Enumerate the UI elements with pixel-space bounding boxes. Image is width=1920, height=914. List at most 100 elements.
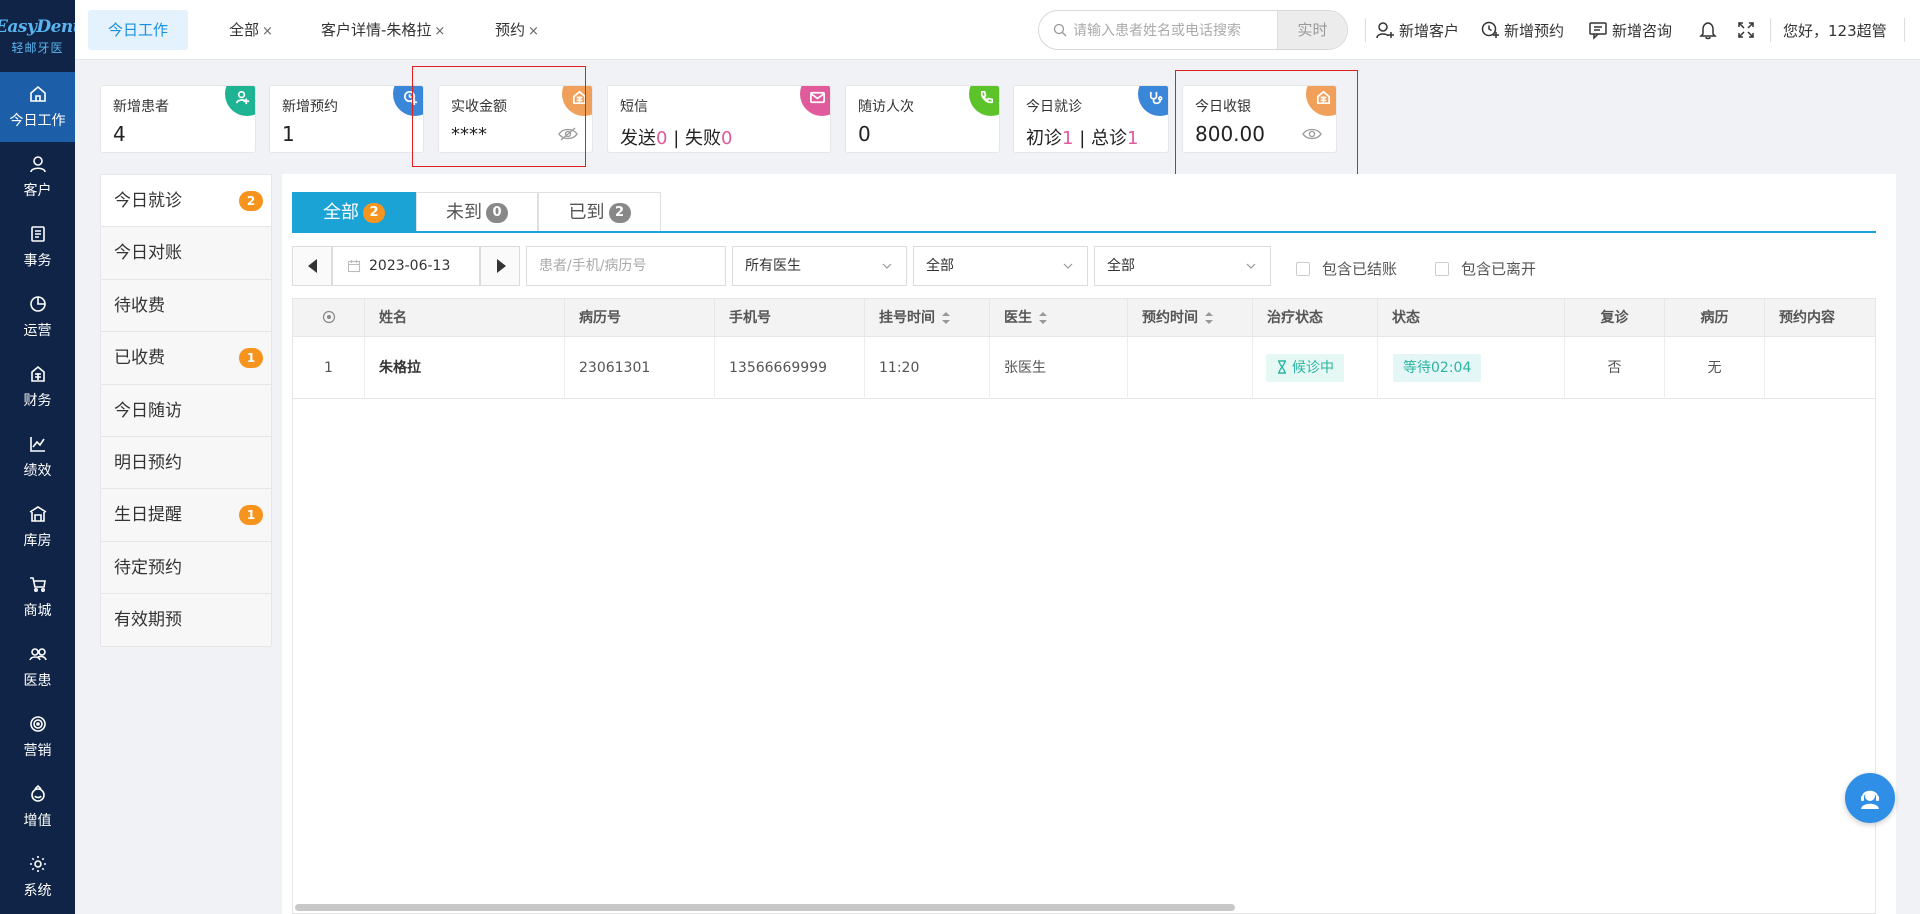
sidebar-item-performance[interactable]: 绩效 bbox=[0, 422, 75, 492]
tab-arrived[interactable]: 已到 2 bbox=[538, 192, 661, 232]
stat-card-new-patients[interactable]: 新增患者 4 bbox=[100, 85, 256, 153]
stat-title: 新增预约 bbox=[282, 99, 338, 115]
stat-card-received-amount[interactable]: 实收金额 **** bbox=[438, 85, 593, 153]
separator: | bbox=[673, 128, 680, 149]
sidebar-item-label: 增值 bbox=[23, 813, 52, 829]
stat-card-new-appointments[interactable]: 新增预约 1 bbox=[269, 85, 424, 153]
prev-date-button[interactable] bbox=[292, 246, 332, 286]
tab-customer-detail[interactable]: 客户详情-朱格拉 × bbox=[321, 10, 445, 50]
tab-all[interactable]: 全部 × bbox=[229, 10, 273, 50]
list-item-today-visits[interactable]: 今日就诊 2 bbox=[101, 175, 271, 228]
count-badge: 2 bbox=[239, 191, 263, 211]
notifications-button[interactable] bbox=[1698, 18, 1722, 42]
select-value: 全部 bbox=[926, 258, 954, 274]
column-header-appt-time[interactable]: 预约时间 bbox=[1128, 299, 1253, 337]
list-item-validity-period[interactable]: 有效期预 bbox=[101, 594, 271, 647]
status-select[interactable]: 全部 bbox=[1094, 246, 1271, 286]
user-greeting[interactable]: 您好，123超管 bbox=[1783, 18, 1887, 42]
date-value: 2023-06-13 bbox=[369, 258, 451, 274]
list-item-birthday-reminder[interactable]: 生日提醒 1 bbox=[101, 489, 271, 542]
total-visit-count: 1 bbox=[1127, 128, 1139, 149]
stat-card-sms[interactable]: 短信 发送0 | 失败0 bbox=[607, 85, 831, 153]
stat-value: 4 bbox=[113, 122, 126, 146]
close-icon[interactable]: × bbox=[528, 24, 539, 39]
list-item-today-followup[interactable]: 今日随访 bbox=[101, 384, 271, 437]
list-item-pending-appointments[interactable]: 待定预约 bbox=[101, 541, 271, 595]
column-header-reg-time[interactable]: 挂号时间 bbox=[865, 299, 990, 337]
include-left-checkbox[interactable]: 包含已离开 bbox=[1435, 258, 1536, 279]
sidebar-item-operations[interactable]: 运营 bbox=[0, 282, 75, 352]
doctor-patient-icon bbox=[28, 648, 47, 661]
sidebar-item-label: 库房 bbox=[23, 533, 52, 549]
sidebar-item-value-added[interactable]: 增值 bbox=[0, 772, 75, 842]
list-item-tomorrow-appointments[interactable]: 明日预约 bbox=[101, 436, 271, 490]
tab-all-visits[interactable]: 全部 2 bbox=[292, 192, 416, 232]
checkbox-box[interactable] bbox=[1296, 261, 1310, 276]
realtime-search-button[interactable]: 实时 bbox=[1277, 11, 1347, 49]
eye-icon[interactable] bbox=[1302, 126, 1322, 142]
list-item-label: 今日随访 bbox=[114, 400, 182, 421]
pie-chart-icon bbox=[29, 296, 46, 312]
sidebar-item-finance[interactable]: 财务 bbox=[0, 352, 75, 422]
sort-icon[interactable] bbox=[941, 311, 951, 325]
close-icon[interactable]: × bbox=[434, 24, 445, 39]
waiting-status-tag[interactable]: 候诊中 bbox=[1266, 354, 1344, 382]
checkbox-box[interactable] bbox=[1435, 261, 1449, 276]
doctor-select[interactable]: 所有医生 bbox=[732, 246, 907, 286]
include-settled-checkbox[interactable]: 包含已结账 bbox=[1296, 258, 1397, 279]
fullscreen-button[interactable] bbox=[1736, 18, 1760, 42]
tab-appointment[interactable]: 预约 × bbox=[495, 10, 539, 50]
sidebar-item-marketing[interactable]: 营销 bbox=[0, 702, 75, 772]
date-picker[interactable]: 2023-06-13 bbox=[332, 246, 480, 286]
table-row[interactable]: 1 朱格拉 23061301 13566669999 11:20 张医生 候诊中… bbox=[293, 337, 1875, 399]
tab-not-arrived[interactable]: 未到 0 bbox=[416, 192, 538, 232]
stat-card-today-visits[interactable]: 今日就诊 初诊1 | 总诊1 bbox=[1013, 85, 1169, 153]
select-value: 所有医生 bbox=[745, 258, 801, 274]
stat-value: 1 bbox=[282, 122, 295, 146]
input-placeholder: 患者/手机/病历号 bbox=[539, 258, 647, 274]
sidebar-item-system[interactable]: 系统 bbox=[0, 842, 75, 912]
list-item-today-reconcile[interactable]: 今日对账 bbox=[101, 227, 271, 280]
sort-icon[interactable] bbox=[1204, 311, 1214, 325]
header-label: 医生 bbox=[1004, 310, 1032, 326]
category-select[interactable]: 全部 bbox=[913, 246, 1088, 286]
stat-card-followups[interactable]: 随访人次 0 bbox=[845, 85, 1000, 153]
table-header: 姓名 病历号 手机号 挂号时间 医生 预约时间 治疗状态 状态 复诊 病历 预约… bbox=[293, 299, 1875, 337]
add-customer-button[interactable]: 新增客户 bbox=[1375, 18, 1459, 42]
sidebar-item-doctor-patient[interactable]: 医患 bbox=[0, 632, 75, 702]
list-item-label: 今日对账 bbox=[114, 243, 182, 264]
list-item-label: 今日就诊 bbox=[114, 191, 182, 211]
add-consult-button[interactable]: 新增咨询 bbox=[1588, 18, 1672, 42]
count-badge: 2 bbox=[608, 203, 631, 223]
eye-off-icon[interactable] bbox=[558, 126, 578, 142]
next-date-button[interactable] bbox=[480, 246, 520, 286]
record-cell: 无 bbox=[1665, 337, 1765, 399]
search-input[interactable] bbox=[1073, 11, 1263, 49]
close-icon[interactable]: × bbox=[262, 24, 273, 39]
followup-badge bbox=[969, 86, 999, 116]
tab-today-work[interactable]: 今日工作 bbox=[88, 10, 189, 50]
sidebar-item-affairs[interactable]: 事务 bbox=[0, 212, 75, 282]
main-panel: 全部 2 未到 0 已到 2 2023-06-13 患者/手机/病历号 所有医生 全部… bbox=[282, 174, 1896, 914]
status-cell: 等待02:04 bbox=[1378, 337, 1565, 399]
sms-badge bbox=[800, 86, 830, 116]
column-header-appt-content: 预约内容 bbox=[1779, 310, 1835, 326]
chat-icon bbox=[1589, 22, 1607, 40]
sidebar-item-customers[interactable]: 客户 bbox=[0, 142, 75, 212]
column-settings-header[interactable] bbox=[293, 299, 365, 337]
add-appointment-label: 新增预约 bbox=[1504, 21, 1565, 40]
add-appointment-button[interactable]: 新增预约 bbox=[1480, 18, 1564, 42]
sidebar-item-mall[interactable]: 商城 bbox=[0, 562, 75, 632]
list-item-pending-charge[interactable]: 待收费 bbox=[101, 279, 271, 333]
patient-name-link[interactable]: 朱格拉 bbox=[365, 337, 565, 399]
customer-service-button[interactable] bbox=[1845, 773, 1895, 823]
sidebar-item-today-work[interactable]: 今日工作 bbox=[0, 72, 75, 142]
stat-card-today-cashier[interactable]: 今日收银 800.00 bbox=[1182, 85, 1337, 153]
column-header-doctor[interactable]: 医生 bbox=[990, 299, 1128, 337]
sidebar-item-label: 医患 bbox=[23, 673, 52, 689]
patient-filter-input[interactable]: 患者/手机/病历号 bbox=[526, 246, 726, 286]
list-item-charged[interactable]: 已收费 1 bbox=[101, 332, 271, 385]
sort-icon[interactable] bbox=[1038, 311, 1048, 325]
horizontal-scrollbar[interactable] bbox=[295, 904, 1235, 911]
sidebar-item-warehouse[interactable]: 库房 bbox=[0, 492, 75, 562]
